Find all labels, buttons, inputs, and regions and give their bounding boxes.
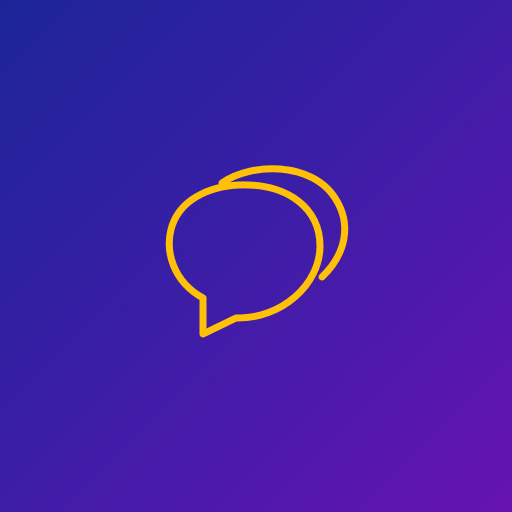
chat-bubbles-svg [165, 165, 349, 338]
front-bubble-icon [165, 181, 324, 338]
splash-screen [0, 0, 512, 512]
chat-bubbles-icon [0, 0, 512, 512]
